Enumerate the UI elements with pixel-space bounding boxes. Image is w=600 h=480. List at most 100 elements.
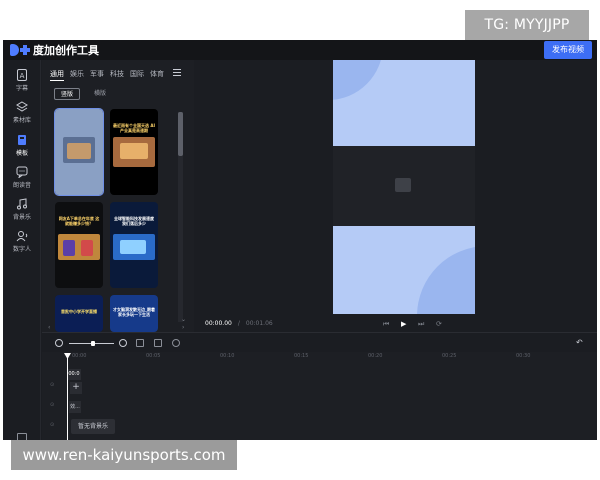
- timeline-toolbar: ↶: [42, 332, 597, 352]
- ruler-tick: 00:25: [442, 353, 457, 359]
- speech-icon: [16, 166, 28, 178]
- frame-wave: [417, 246, 475, 314]
- segment-horizontal[interactable]: 横版: [88, 88, 112, 100]
- more-menu-icon[interactable]: [173, 69, 181, 76]
- tab-sports[interactable]: 体育: [150, 69, 164, 81]
- player-controls: 00:00.00/00:01.06 ⏮ ▶ ⏭ ⟳: [196, 318, 597, 332]
- ruler-tick: 00:15: [294, 353, 309, 359]
- nav-item-template[interactable]: 模板: [3, 129, 41, 159]
- left-nav: A 字幕 素材库 模板 朗读音 背景乐 数字人: [3, 60, 41, 440]
- nav-label: 模板: [15, 150, 28, 157]
- card-title: 首批中小学开学直播: [61, 309, 97, 314]
- template-card[interactable]: 首批中小学开学直播: [55, 295, 103, 332]
- segment-vertical[interactable]: 竖版: [54, 88, 80, 100]
- template-card[interactable]: 全球智能科技发展速度 我们落后多少: [110, 202, 158, 288]
- ruler-tick: 00:30: [516, 353, 531, 359]
- ruler-tick: 00:20: [368, 353, 383, 359]
- frame-wave: [333, 60, 383, 100]
- zoom-slider-handle[interactable]: [91, 341, 95, 346]
- preview-canvas[interactable]: [333, 146, 475, 226]
- nav-item-voice[interactable]: 朗读音: [3, 161, 41, 191]
- card-title: 全球智能科技发展速度 我们落后多少: [114, 216, 154, 226]
- category-tabs: 通用 娱乐 军事 科技 国际 体育: [50, 69, 170, 81]
- tab-military[interactable]: 军事: [90, 69, 104, 81]
- avatar-icon: [16, 231, 28, 242]
- preview-frame-top: [333, 60, 475, 146]
- tab-tech[interactable]: 科技: [110, 69, 124, 81]
- card-title: 最近雨有个全国天选 AI产业真是高速期: [113, 123, 155, 133]
- text-icon: A: [17, 69, 27, 81]
- preview-area: 00:00.00/00:01.06 ⏮ ▶ ⏭ ⟳: [196, 60, 597, 332]
- loop-icon[interactable]: ⟳: [436, 320, 442, 328]
- speed-icon[interactable]: [172, 339, 180, 347]
- nav-label: 背景乐: [12, 214, 31, 221]
- scroll-left-icon[interactable]: ‹: [48, 324, 50, 331]
- nav-label: 朗读音: [12, 182, 31, 189]
- layers-icon: [16, 101, 28, 112]
- prev-frame-icon[interactable]: ⏮: [383, 320, 389, 329]
- logo-icon: [10, 44, 30, 56]
- top-bar: 度加创作工具 发布视频: [3, 40, 597, 60]
- svg-text:A: A: [20, 72, 25, 80]
- add-clip-button[interactable]: +: [70, 382, 82, 394]
- collapse-icon[interactable]: ⌄: [181, 316, 186, 323]
- tab-international[interactable]: 国际: [130, 69, 144, 81]
- scroll-right-icon[interactable]: ›: [182, 324, 184, 331]
- track-icon: ⊙: [50, 402, 55, 408]
- card-figure: [67, 143, 91, 159]
- clip-timecode[interactable]: 00:0: [67, 369, 81, 380]
- nav-label: 素材库: [12, 117, 31, 124]
- effect-clip[interactable]: 效...: [69, 401, 81, 413]
- ruler-tick: 00:05: [146, 353, 161, 359]
- template-card[interactable]: 网友A下单总在年底 这就能赚多少钱？: [55, 202, 103, 288]
- delete-icon[interactable]: [154, 339, 162, 347]
- template-card[interactable]: 最近雨有个全国天选 AI产业真是高速期: [110, 109, 158, 195]
- template-card[interactable]: [54, 108, 104, 196]
- nav-item-digital-human[interactable]: 数字人: [3, 225, 41, 255]
- video-placeholder-icon: [395, 178, 411, 192]
- card-figure: [120, 143, 148, 159]
- play-icon[interactable]: ▶: [401, 320, 406, 328]
- timeline-ruler: 00:00 00:05 00:10 00:15 00:20 00:25 00:3…: [42, 352, 597, 362]
- music-icon: [17, 198, 27, 210]
- tab-general[interactable]: 通用: [50, 69, 64, 81]
- card-figure: [63, 240, 75, 256]
- playhead[interactable]: [67, 354, 68, 440]
- track-icon: ⊙: [50, 382, 55, 388]
- card-title: 网友A下单总在年底 这就能赚多少钱？: [58, 216, 100, 226]
- timeline: 00:00 00:05 00:10 00:15 00:20 00:25 00:3…: [42, 352, 597, 440]
- zoom-in-icon[interactable]: [119, 339, 127, 347]
- watermark-bottom: www.ren-kaiyunsports.com: [11, 440, 237, 470]
- preview-frame-bottom: [333, 226, 475, 314]
- template-panel: 通用 娱乐 军事 科技 国际 体育 竖版 横版 最近雨有个全国天选 AI产业真是…: [42, 60, 194, 332]
- ruler-tick: 00:00: [72, 353, 87, 359]
- feedback-icon[interactable]: [17, 433, 27, 440]
- ruler-tick: 00:10: [220, 353, 235, 359]
- app-title: 度加创作工具: [33, 44, 99, 57]
- player-timecode: 00:00.00/00:01.06: [205, 320, 273, 327]
- nav-item-library[interactable]: 素材库: [3, 96, 41, 126]
- card-title: 才女脑洞发散无边_跟着 家长多玩一下生活: [113, 307, 155, 317]
- app-logo: 度加创作工具: [10, 43, 99, 57]
- panel-scrollbar-thumb[interactable]: [178, 112, 183, 156]
- editor-app: 度加创作工具 发布视频 A 字幕 素材库 模板 朗读音 背景乐 数字人 通用 娱…: [3, 40, 597, 440]
- next-frame-icon[interactable]: ⏭: [418, 320, 424, 329]
- nav-label: 数字人: [12, 246, 31, 253]
- nav-label: 字幕: [15, 85, 28, 92]
- no-background-music-button[interactable]: 暂无背景乐: [71, 419, 115, 434]
- current-time: 00:00.00: [205, 320, 232, 327]
- nav-item-subtitle[interactable]: A 字幕: [3, 64, 41, 94]
- template-icon: [18, 135, 26, 145]
- card-figure: [81, 240, 93, 256]
- tab-entertainment[interactable]: 娱乐: [70, 69, 84, 81]
- nav-item-music[interactable]: 背景乐: [3, 193, 41, 223]
- undo-icon[interactable]: ↶: [576, 338, 583, 347]
- zoom-out-icon[interactable]: [55, 339, 63, 347]
- duration: 00:01.06: [245, 320, 273, 327]
- template-card[interactable]: 才女脑洞发散无边_跟着 家长多玩一下生活: [110, 295, 158, 332]
- card-figure: [120, 240, 146, 254]
- split-icon[interactable]: [136, 339, 144, 347]
- watermark-top: TG: MYYJJPP: [465, 10, 589, 40]
- publish-video-button[interactable]: 发布视频: [544, 41, 592, 59]
- track-icon: ⊙: [50, 422, 55, 428]
